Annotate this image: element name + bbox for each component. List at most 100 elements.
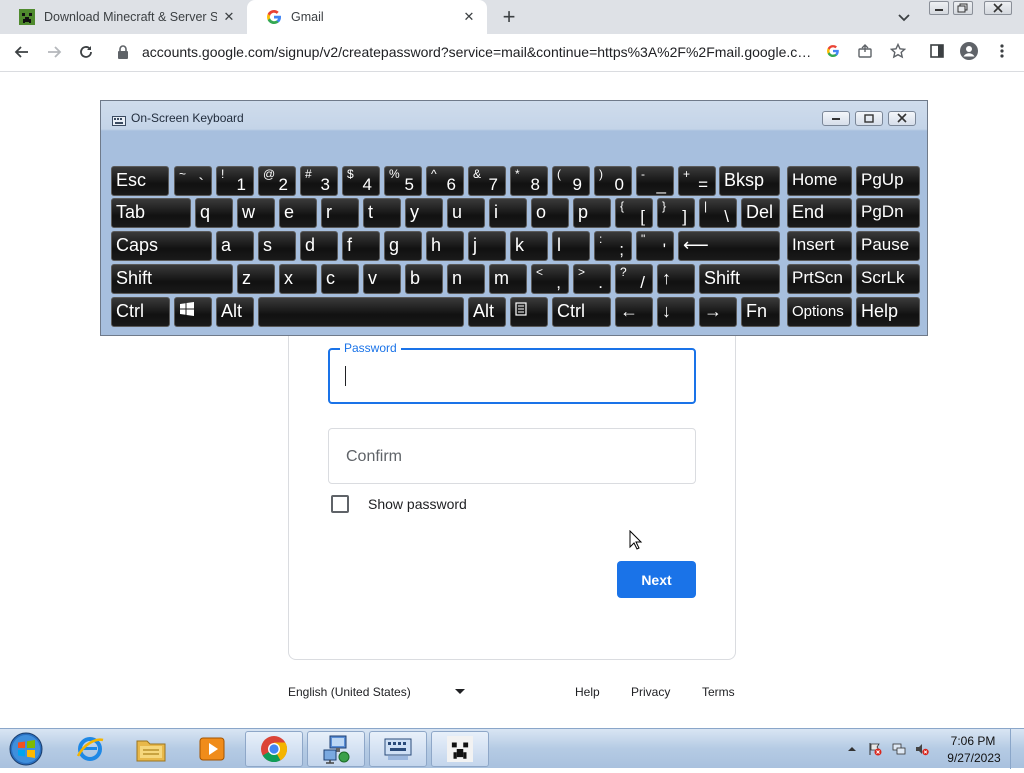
reload-icon[interactable] [76, 42, 96, 62]
confirm-field[interactable] [328, 428, 696, 484]
media-player-icon[interactable] [183, 731, 241, 767]
key-3[interactable]: #3 [300, 166, 338, 196]
key-insert[interactable]: Insert [787, 231, 852, 261]
restore-window-icon[interactable] [953, 1, 973, 15]
key-windows-logo[interactable] [174, 297, 212, 327]
key-alt[interactable]: Alt [468, 297, 506, 327]
key-s[interactable]: s [258, 231, 296, 261]
key-n[interactable]: n [447, 264, 485, 294]
key-l[interactable]: l [552, 231, 590, 261]
show-password-label[interactable]: Show password [368, 496, 467, 512]
privacy-link[interactable]: Privacy [631, 685, 670, 699]
network-status-icon[interactable] [892, 742, 906, 756]
key-pgdn[interactable]: PgDn [856, 198, 920, 228]
dropdown-arrow-icon[interactable] [455, 689, 465, 694]
key-v[interactable]: v [363, 264, 401, 294]
key-equals[interactable]: + = [678, 166, 716, 196]
share-icon[interactable] [856, 42, 874, 60]
key-esc[interactable]: Esc [111, 166, 169, 196]
key-shift[interactable]: Shift [111, 264, 233, 294]
key-bksp[interactable]: Bksp [719, 166, 780, 196]
tab-minecraft-download[interactable]: Download Minecraft & Server Software ✕ [0, 0, 247, 34]
bookmark-star-icon[interactable] [889, 42, 907, 60]
action-center-flag-icon[interactable] [868, 742, 882, 756]
show-desktop-button[interactable] [1010, 729, 1024, 769]
key-right-arrow[interactable]: → [699, 297, 737, 327]
key-e[interactable]: e [279, 198, 317, 228]
key-m[interactable]: m [489, 264, 527, 294]
key-up-arrow[interactable]: ↑ [657, 264, 695, 294]
kebab-menu-icon[interactable] [993, 42, 1011, 60]
url-text[interactable]: accounts.google.com/signup/v2/createpass… [142, 44, 812, 60]
key-r[interactable]: r [321, 198, 359, 228]
clock-time[interactable]: 7:06 PM [948, 734, 998, 748]
key-2[interactable]: @2 [258, 166, 296, 196]
key-t[interactable]: t [363, 198, 401, 228]
key-i[interactable]: i [489, 198, 527, 228]
help-link[interactable]: Help [575, 685, 600, 699]
key-del[interactable]: Del [741, 198, 780, 228]
back-arrow-icon[interactable] [12, 42, 32, 62]
key-prtscn[interactable]: PrtScn [787, 264, 852, 294]
chevron-down-icon[interactable] [896, 9, 912, 25]
volume-muted-icon[interactable] [915, 742, 929, 756]
password-input[interactable] [344, 365, 668, 389]
key-w[interactable]: w [237, 198, 275, 228]
key-u[interactable]: u [447, 198, 485, 228]
key-left-arrow[interactable]: ← [615, 297, 653, 327]
key-5[interactable]: % 5 [384, 166, 422, 196]
key-7[interactable]: & 7 [468, 166, 506, 196]
key-y[interactable]: y [405, 198, 443, 228]
show-hidden-icons-arrow-icon[interactable] [845, 742, 859, 756]
key-k[interactable]: k [510, 231, 548, 261]
side-panel-icon[interactable] [928, 42, 946, 60]
key--[interactable]: - _ [636, 166, 674, 196]
on-screen-keyboard-icon[interactable] [369, 731, 427, 767]
address-bar[interactable]: accounts.google.com/signup/v2/createpass… [112, 36, 948, 68]
network-icon[interactable] [307, 731, 365, 767]
key-o[interactable]: o [531, 198, 569, 228]
key-home[interactable]: Home [787, 166, 852, 196]
key-4[interactable]: $4 [342, 166, 380, 196]
key-a[interactable]: a [216, 231, 254, 261]
profile-avatar-icon[interactable] [960, 42, 978, 60]
key-j[interactable]: j [468, 231, 506, 261]
key-quote[interactable]: " ' [636, 231, 674, 261]
key-left-bracket[interactable]: {[ [615, 198, 653, 228]
close-tab-icon[interactable]: ✕ [461, 9, 477, 25]
close-window-icon[interactable] [984, 1, 1012, 15]
on-screen-keyboard-window[interactable]: On-Screen Keyboard Esc ~ `! 1 @2 #3 $4% 5 ^ 6 & 7 * 8… [100, 100, 928, 336]
key-comma[interactable]: <, [531, 264, 569, 294]
key-z[interactable]: z [237, 264, 275, 294]
key-x[interactable]: x [279, 264, 317, 294]
key-semicolon[interactable]: :; [594, 231, 632, 261]
key-right-bracket[interactable]: }] [657, 198, 695, 228]
key-shift[interactable]: Shift [699, 264, 780, 294]
key-p[interactable]: p [573, 198, 611, 228]
minecraft-icon[interactable] [431, 731, 489, 767]
terms-link[interactable]: Terms [702, 685, 735, 699]
key-help[interactable]: Help [856, 297, 920, 327]
internet-explorer-icon[interactable] [61, 731, 119, 767]
key-backslash[interactable]: | \ [699, 198, 737, 228]
key-ctrl[interactable]: Ctrl [552, 297, 611, 327]
key-alt[interactable]: Alt [216, 297, 254, 327]
key-q[interactable]: q [195, 198, 233, 228]
key-options[interactable]: Options [787, 297, 852, 327]
key-c[interactable]: c [321, 264, 359, 294]
start-button[interactable] [6, 730, 46, 768]
chrome-icon[interactable] [245, 731, 303, 767]
confirm-input[interactable] [344, 446, 668, 468]
lock-icon[interactable] [117, 45, 129, 59]
key-period[interactable]: >. [573, 264, 611, 294]
key-scrlk[interactable]: ScrLk [856, 264, 920, 294]
key-f[interactable]: f [342, 231, 380, 261]
key-8[interactable]: * 8 [510, 166, 548, 196]
osk-close-icon[interactable] [888, 111, 916, 126]
show-password-checkbox[interactable] [331, 495, 349, 513]
key-g[interactable]: g [384, 231, 422, 261]
new-tab-icon[interactable]: + [499, 6, 519, 28]
key-down-arrow[interactable]: ↓ [657, 297, 695, 327]
minimize-window-icon[interactable] [929, 1, 949, 15]
file-explorer-icon[interactable] [122, 731, 180, 767]
